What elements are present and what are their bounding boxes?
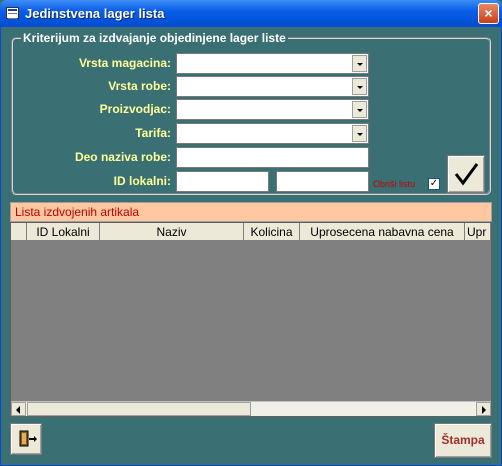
- close-button[interactable]: ×: [478, 3, 499, 24]
- vrsta-magacina-label: Vrsta magacina:: [78, 56, 171, 70]
- vrsta-magacina-combo[interactable]: [176, 53, 369, 74]
- tarifa-combo[interactable]: [176, 123, 369, 144]
- id-lokalni-to-input[interactable]: [276, 171, 369, 192]
- chevron-down-icon[interactable]: [352, 101, 367, 118]
- tarifa-label: Tarifa:: [135, 126, 171, 140]
- criteria-groupbox: Kriterijum za izdvajanje objedinjene lag…: [11, 31, 491, 195]
- grid-col-selector[interactable]: [11, 223, 27, 241]
- exit-door-icon: [19, 430, 37, 447]
- vrsta-robe-combo[interactable]: [176, 76, 369, 97]
- articles-grid[interactable]: ID Lokalni Naziv Kolicina Uprosecena nab…: [10, 222, 492, 417]
- window-title: Jedinstvena lager lista: [25, 6, 165, 21]
- ok-button[interactable]: [447, 155, 485, 193]
- chevron-down-icon[interactable]: [352, 125, 367, 142]
- criteria-legend: Kriterijum za izdvajanje objedinjene lag…: [21, 31, 288, 45]
- grid-col-uprosecena[interactable]: Uprosecena nabavna cena: [300, 223, 465, 241]
- vrsta-robe-label: Vrsta robe:: [108, 79, 171, 93]
- scroll-right-icon[interactable]: [476, 402, 491, 416]
- checkmark-icon: [454, 163, 479, 186]
- grid-col-naziv[interactable]: Naziv: [100, 223, 244, 241]
- deo-naziva-input[interactable]: [176, 147, 369, 168]
- obrisi-listu-checkbox[interactable]: ✓: [428, 178, 440, 190]
- grid-col-kolicina[interactable]: Kolicina: [244, 223, 300, 241]
- obrisi-listu-label: Obriši listu: [373, 179, 416, 189]
- window-body: Kriterijum za izdvajanje objedinjene lag…: [0, 27, 502, 466]
- title-bar: Jedinstvena lager lista ×: [0, 0, 502, 27]
- proizvodjac-label: Proizvodjac:: [99, 102, 171, 116]
- scroll-thumb[interactable]: [27, 402, 251, 416]
- chevron-down-icon[interactable]: [352, 78, 367, 95]
- print-button[interactable]: Štampa: [434, 423, 492, 458]
- grid-col-upr[interactable]: Upr: [465, 223, 491, 241]
- grid-col-id-lokalni[interactable]: ID Lokalni: [27, 223, 100, 241]
- form-icon[interactable]: [6, 7, 19, 19]
- scroll-left-icon[interactable]: [11, 402, 26, 416]
- grid-header: ID Lokalni Naziv Kolicina Uprosecena nab…: [11, 223, 491, 241]
- id-lokalni-label: ID lokalni:: [113, 174, 171, 188]
- id-lokalni-from-input[interactable]: [176, 171, 269, 192]
- deo-naziva-label: Deo naziva robe:: [74, 150, 171, 164]
- chevron-down-icon[interactable]: [352, 55, 367, 72]
- exit-button[interactable]: [10, 423, 42, 455]
- horizontal-scrollbar[interactable]: [11, 401, 491, 416]
- list-title: Lista izdvojenih artikala: [10, 202, 492, 222]
- proizvodjac-combo[interactable]: [176, 99, 369, 120]
